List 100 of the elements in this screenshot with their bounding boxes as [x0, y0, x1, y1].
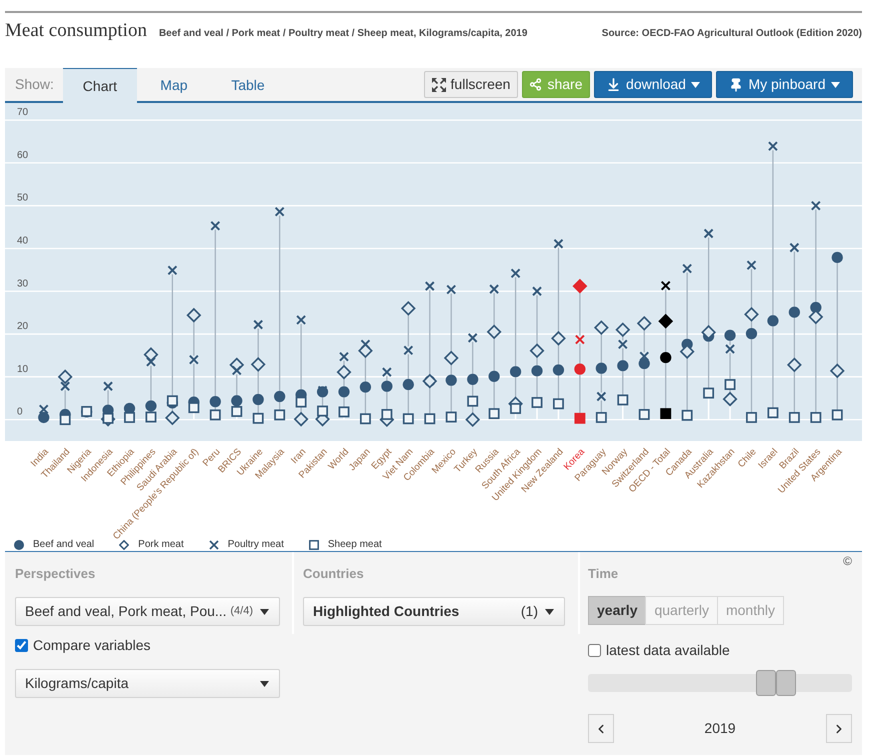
view-tab[interactable]: Map — [136, 68, 211, 101]
legend-label: Pork meat — [138, 539, 184, 551]
range-line — [494, 338, 495, 371]
caret-icon — [545, 608, 554, 614]
slider-thumb[interactable] — [756, 670, 776, 696]
range-line — [600, 374, 602, 392]
show-label: Show: — [15, 75, 54, 94]
range-line — [494, 382, 495, 410]
range-line — [150, 366, 152, 400]
source-note: Source: OECD-FAO Agricultural Outlook (Edition 2020) — [602, 27, 862, 41]
view-tab[interactable]: Table — [210, 68, 285, 101]
range-line — [258, 405, 259, 414]
y-axis-label: 60 — [17, 150, 28, 161]
range-line — [579, 374, 580, 414]
range-line — [536, 295, 538, 345]
year-label: 2019 — [704, 719, 736, 738]
range-line — [514, 377, 516, 398]
section-label: Countries — [303, 567, 365, 581]
range-line — [665, 363, 666, 410]
checkbox-label: latest data available — [606, 641, 730, 660]
range-line — [408, 390, 409, 414]
range-line — [408, 314, 409, 346]
range-line — [64, 390, 66, 409]
view-tab[interactable]: Chart — [62, 68, 137, 103]
share-icon — [529, 78, 542, 91]
y-axis-label: 20 — [17, 321, 28, 332]
range-line — [665, 290, 666, 315]
range-line — [558, 344, 560, 364]
checkbox[interactable] — [15, 639, 28, 652]
pin-icon — [729, 78, 744, 92]
range-line — [258, 370, 259, 394]
chart-title: Meat consumption — [5, 19, 147, 43]
range-line — [450, 294, 452, 352]
range-line — [686, 358, 688, 411]
legend-label: Sheep meat — [328, 539, 382, 551]
download-button[interactable]: download — [594, 71, 712, 98]
caret-icon — [260, 608, 269, 614]
range-line — [450, 364, 452, 375]
range-line — [236, 374, 238, 396]
range-line — [364, 356, 366, 382]
copyright-sign: © — [843, 555, 852, 567]
checkbox[interactable] — [588, 644, 601, 657]
range-line — [536, 376, 538, 398]
range-line — [472, 406, 474, 414]
range-line — [600, 400, 602, 413]
y-axis-label: 10 — [17, 364, 28, 375]
range-line — [600, 334, 602, 363]
range-line — [214, 407, 216, 410]
range-line — [708, 342, 710, 388]
range-line — [386, 392, 388, 410]
range-line — [450, 386, 452, 412]
section-label: Time — [588, 567, 620, 581]
range-line — [258, 328, 259, 358]
range-line — [794, 318, 795, 359]
legend-label: Beef and veal — [33, 539, 94, 551]
range-line — [322, 397, 324, 406]
range-line — [193, 321, 194, 356]
range-line — [836, 377, 838, 410]
range-line — [193, 364, 194, 396]
y-axis-label: 40 — [17, 235, 28, 246]
range-line — [429, 386, 430, 414]
range-line — [644, 330, 645, 352]
range-line — [665, 327, 666, 352]
slider-thumb[interactable] — [776, 670, 796, 696]
chart-subtitle: Beef and veal / Pork meat / Poultry meat / Sheep meat, Kilograms/capita, 2019 — [158, 27, 528, 41]
caret-icon — [260, 680, 269, 686]
y-axis-label: 50 — [17, 192, 28, 204]
range-line — [364, 392, 366, 414]
range-line — [750, 269, 752, 308]
y-axis-label: 30 — [17, 278, 28, 290]
range-line — [472, 385, 474, 397]
range-line — [579, 292, 580, 336]
range-line — [558, 376, 560, 400]
next-button[interactable] — [826, 714, 852, 743]
range-line — [622, 336, 624, 340]
frequency-tab[interactable]: yearly — [588, 596, 646, 625]
range-line — [644, 369, 645, 410]
range-line — [622, 371, 624, 396]
fullscreen-button[interactable]: fullscreen — [424, 71, 518, 98]
legend-label: Poultry meat — [228, 539, 284, 551]
perspectives-dropdown[interactable]: Beef and veal, Pork meat, Pou... (4/4) — [15, 597, 280, 626]
pinboard-button[interactable]: My pinboard — [716, 71, 853, 98]
range-line — [794, 252, 795, 307]
range-line — [343, 397, 345, 408]
range-line — [300, 324, 302, 390]
download-icon — [606, 77, 622, 92]
section-label: Perspectives — [15, 567, 96, 581]
y-axis-label: 70 — [17, 107, 28, 118]
range-line — [686, 272, 688, 339]
countries-dropdown[interactable]: Highlighted Countries (1) — [303, 597, 565, 626]
checkbox-label: Compare variables — [33, 636, 150, 655]
unit-dropdown[interactable]: Kilograms/capita — [15, 669, 280, 698]
range-line — [408, 354, 409, 379]
range-line — [794, 371, 795, 413]
range-line — [622, 348, 624, 360]
expand-icon — [432, 78, 446, 92]
previous-button[interactable] — [588, 714, 614, 743]
range-line — [729, 353, 731, 380]
range-line — [579, 344, 580, 364]
range-line — [107, 390, 109, 405]
